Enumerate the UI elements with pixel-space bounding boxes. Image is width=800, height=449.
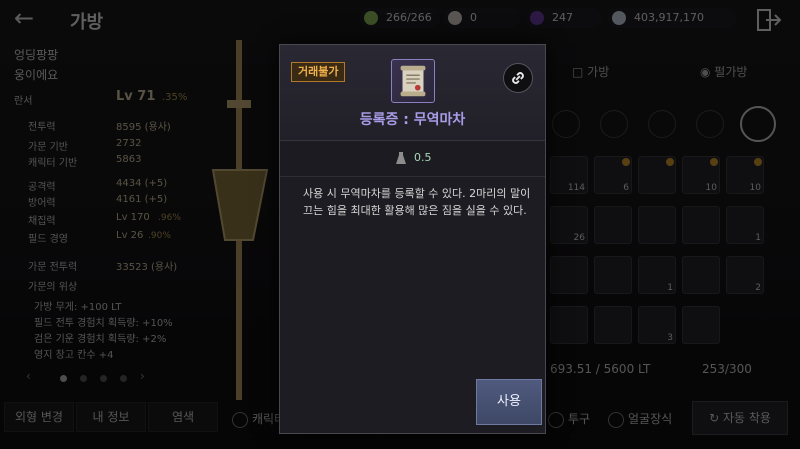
item-description: 사용 시 무역마차를 등록할 수 있다. 2마리의 말이 끄는 힘을 최대한 활…	[303, 187, 531, 217]
weight-icon	[396, 152, 406, 164]
item-weight-row: 0.5	[280, 141, 545, 177]
scroll-icon	[391, 59, 435, 103]
item-name: 등록증 : 무역마차	[359, 112, 466, 128]
item-weight: 0.5	[414, 151, 432, 164]
link-icon[interactable]	[503, 63, 533, 93]
use-button[interactable]: 사용	[476, 379, 542, 425]
untradable-tag: 거래불가	[291, 62, 346, 82]
item-tooltip-modal: 거래불가 등록증 : 무역마차 0.5 사용 시 무역마차를 등록할 수 있다.…	[279, 44, 546, 434]
modal-header: 거래불가 등록증 : 무역마차	[280, 45, 545, 141]
